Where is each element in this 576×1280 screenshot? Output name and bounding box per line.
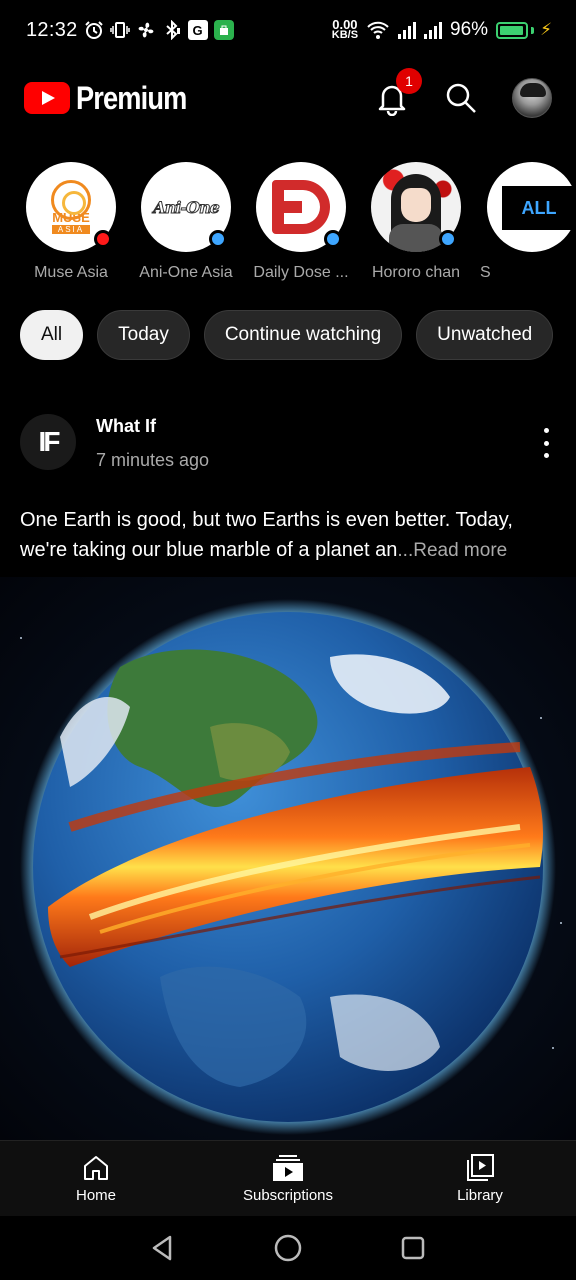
app-notification-icon	[213, 20, 234, 40]
home-icon	[84, 1156, 108, 1180]
channel-avatar: MUSE ASIA	[26, 162, 116, 252]
recents-icon[interactable]	[398, 1233, 428, 1263]
channel-muse-asia[interactable]: MUSE ASIA Muse Asia	[13, 162, 129, 282]
more-options-icon[interactable]	[536, 428, 556, 458]
channel-name-partial: S	[480, 264, 491, 281]
channel-daily-dose[interactable]: Daily Dose ...	[243, 162, 359, 282]
filter-chips: All Today Continue watching Unwatched	[20, 310, 554, 360]
notification-count-badge: 1	[396, 68, 422, 94]
wifi-icon	[366, 20, 390, 40]
charging-icon: ⚡	[540, 20, 552, 39]
nav-home-label: Home	[75, 1187, 116, 1204]
muse-asia-logo: MUSE ASIA	[50, 180, 92, 234]
channel-hororo-chan[interactable]: Hororo chan	[358, 162, 474, 282]
battery-percent: 96%	[450, 19, 489, 40]
nav-library[interactable]: Library	[384, 1141, 576, 1216]
split-earth-image	[20, 599, 556, 1135]
logo-text: Premium	[76, 79, 187, 116]
net-speed: 0.00 KB/S	[331, 17, 359, 41]
signal-icon-2	[424, 21, 443, 39]
google-icon: G	[187, 20, 208, 40]
channel-name: Muse Asia	[34, 264, 108, 281]
channel-name: Hororo chan	[371, 264, 461, 281]
app-header: Premium 1	[0, 60, 576, 136]
all-channels-link[interactable]: ALL	[502, 186, 576, 230]
status-bar: 12:32 G 0.00 KB/S 96% ⚡	[0, 0, 576, 60]
vibrate-icon	[109, 20, 130, 40]
library-icon	[467, 1154, 494, 1181]
channel-name: Daily Dose ...	[253, 264, 349, 281]
channel-avatar	[371, 162, 461, 252]
post-timestamp: 7 minutes ago	[96, 450, 210, 470]
new-content-dot	[439, 230, 457, 248]
subscriptions-icon	[273, 1155, 303, 1181]
channel-avatar-whatif[interactable]: IF	[20, 414, 76, 470]
channel-name: Ani-One Asia	[139, 264, 233, 281]
chip-today[interactable]: Today	[97, 310, 190, 360]
post-header: IF What If 7 minutes ago	[20, 410, 556, 480]
chip-all[interactable]: All	[20, 310, 84, 360]
channel-ani-one-asia[interactable]: Ani-One Ani-One Asia	[128, 162, 244, 282]
youtube-premium-logo[interactable]: Premium	[24, 80, 206, 117]
nav-home[interactable]: Home	[0, 1141, 192, 1216]
new-content-dot	[94, 230, 112, 248]
nav-subscriptions[interactable]: Subscriptions	[192, 1141, 384, 1216]
channel-avatar: Ani-One	[141, 162, 231, 252]
back-icon[interactable]	[148, 1233, 178, 1263]
ani-one-logo: Ani-One	[153, 197, 221, 217]
chip-continue-watching[interactable]: Continue watching	[203, 310, 403, 360]
youtube-logo-icon	[24, 82, 70, 114]
battery-icon	[496, 21, 535, 39]
home-circle-icon[interactable]	[273, 1233, 303, 1263]
chip-unwatched[interactable]: Unwatched	[416, 310, 554, 360]
read-more-link[interactable]: Read more	[413, 540, 507, 561]
new-content-dot	[209, 230, 227, 248]
subscribed-channels-row: MUSE ASIA Muse Asia Ani-One Ani-One Asia…	[0, 158, 576, 288]
nav-library-label: Library	[457, 1187, 503, 1204]
post-description[interactable]: One Earth is good, but two Earths is eve…	[20, 505, 560, 566]
post-channel-name[interactable]: What If	[96, 416, 156, 437]
new-content-dot	[324, 230, 342, 248]
signal-icon	[398, 21, 417, 39]
account-avatar[interactable]	[512, 78, 552, 118]
bottom-navigation: Home Subscriptions Library	[0, 1140, 576, 1216]
bluetooth-icon	[162, 20, 182, 40]
fan-icon	[136, 20, 156, 40]
nav-subscriptions-label: Subscriptions	[242, 1187, 334, 1204]
system-navigation-bar	[0, 1216, 576, 1280]
post-image[interactable]	[0, 577, 576, 1140]
daily-dose-logo	[272, 180, 330, 234]
notifications-button[interactable]: 1	[374, 68, 422, 117]
status-time: 12:32	[26, 18, 78, 41]
search-icon[interactable]	[444, 81, 478, 115]
alarm-icon	[84, 20, 104, 40]
channel-avatar	[256, 162, 346, 252]
